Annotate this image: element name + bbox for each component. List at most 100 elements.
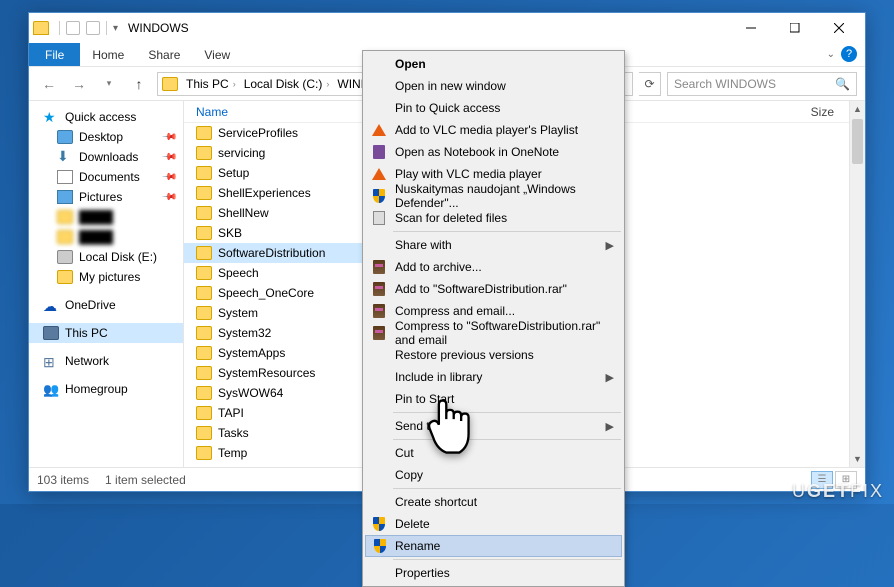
scroll-up-icon[interactable]: ▲: [850, 101, 865, 117]
menu-item[interactable]: Nuskaitymas naudojant „Windows Defender"…: [365, 185, 622, 207]
file-name: servicing: [218, 146, 265, 160]
qat-newfolder-icon[interactable]: [86, 21, 100, 35]
rar-icon: [371, 281, 387, 297]
drive-icon: [57, 250, 73, 264]
sidebar-item[interactable]: ████: [29, 227, 183, 247]
nav-quick-access[interactable]: ★ Quick access: [29, 107, 183, 127]
col-name[interactable]: Name: [190, 105, 350, 119]
scroll-thumb[interactable]: [852, 119, 863, 164]
menu-item[interactable]: Cut: [365, 442, 622, 464]
status-count: 103 items: [37, 473, 89, 487]
sidebar-item[interactable]: ⬇Downloads📌: [29, 147, 183, 167]
file-name: SystemApps: [218, 346, 285, 360]
menu-item[interactable]: Add to "SoftwareDistribution.rar": [365, 278, 622, 300]
nav-network[interactable]: ⊞ Network: [29, 351, 183, 371]
menu-item[interactable]: Restore previous versions: [365, 344, 622, 366]
folder-icon: [196, 166, 212, 180]
menu-item[interactable]: Pin to Start: [365, 388, 622, 410]
menu-item[interactable]: Copy: [365, 464, 622, 486]
file-name: Tasks: [218, 426, 249, 440]
tab-view[interactable]: View: [192, 44, 242, 66]
pin-icon: 📌: [160, 169, 177, 186]
menu-label: Delete: [395, 517, 430, 531]
separator: [59, 21, 60, 35]
col-size[interactable]: Size: [805, 105, 840, 119]
ribbon-expand-icon[interactable]: ⌄: [827, 49, 835, 60]
search-input[interactable]: Search WINDOWS 🔍: [667, 72, 857, 96]
menu-item[interactable]: Properties: [365, 562, 622, 584]
menu-label: Share with: [395, 238, 452, 252]
crumb-c[interactable]: Local Disk (C:)›: [240, 77, 334, 91]
folder-icon: [57, 230, 73, 244]
menu-label: Properties: [395, 566, 450, 580]
sidebar-item[interactable]: Local Disk (E:): [29, 247, 183, 267]
nav-label: Desktop: [79, 130, 123, 144]
homegroup-icon: 👥: [43, 382, 59, 396]
menu-label: Create shortcut: [395, 495, 477, 509]
tab-home[interactable]: Home: [80, 44, 136, 66]
submenu-arrow-icon: ▶: [606, 239, 614, 252]
doc-icon: [57, 170, 73, 184]
menu-item[interactable]: Create shortcut: [365, 491, 622, 513]
nav-homegroup[interactable]: 👥 Homegroup: [29, 379, 183, 399]
menu-item[interactable]: Add to archive...: [365, 256, 622, 278]
up-button[interactable]: ↑: [127, 72, 151, 96]
scroll-down-icon[interactable]: ▼: [850, 451, 865, 467]
help-icon[interactable]: ?: [841, 46, 857, 62]
menu-item[interactable]: Include in library▶: [365, 366, 622, 388]
tab-file[interactable]: File: [29, 43, 80, 66]
menu-item[interactable]: Send to▶: [365, 415, 622, 437]
menu-item[interactable]: Add to VLC media player's Playlist: [365, 119, 622, 141]
sidebar-item[interactable]: Pictures 📌: [29, 187, 183, 207]
menu-item[interactable]: Rename: [365, 535, 622, 557]
menu-item[interactable]: Open as Notebook in OneNote: [365, 141, 622, 163]
desktop-icon: [57, 130, 73, 144]
network-icon: ⊞: [43, 354, 59, 368]
nav-label: Local Disk (E:): [79, 250, 157, 264]
sidebar-item[interactable]: Desktop📌: [29, 127, 183, 147]
menu-item[interactable]: Share with ▶: [365, 234, 622, 256]
folder-icon: [196, 426, 212, 440]
menu-label: Rename: [395, 539, 440, 553]
file-name: Temp: [218, 446, 247, 460]
nav-this-pc[interactable]: This PC: [29, 323, 183, 343]
sidebar-item[interactable]: ████: [29, 207, 183, 227]
refresh-button[interactable]: ⟳: [639, 72, 661, 96]
menu-item[interactable]: Open: [365, 53, 622, 75]
nav-label: Downloads: [79, 150, 138, 164]
menu-item[interactable]: Compress to "SoftwareDistribution.rar" a…: [365, 322, 622, 344]
shield-icon: [371, 516, 387, 532]
folder-icon: [196, 246, 212, 260]
context-menu: OpenOpen in new windowPin to Quick acces…: [362, 50, 625, 587]
back-button[interactable]: ←: [37, 72, 61, 96]
sidebar-item[interactable]: Documents📌: [29, 167, 183, 187]
titlebar: ▾ WINDOWS: [29, 13, 865, 43]
nav-label: ████: [79, 230, 113, 244]
menu-item[interactable]: Pin to Quick access: [365, 97, 622, 119]
menu-label: Send to: [395, 419, 436, 433]
maximize-button[interactable]: [773, 14, 817, 42]
menu-label: Compress to "SoftwareDistribution.rar" a…: [395, 319, 602, 347]
nav-label: Pictures: [79, 190, 122, 204]
qat-dropdown-icon[interactable]: ▾: [113, 23, 118, 34]
folder-icon: [196, 306, 212, 320]
forward-button[interactable]: →: [67, 72, 91, 96]
menu-label: Restore previous versions: [395, 348, 534, 362]
scrollbar[interactable]: ▲ ▼: [849, 101, 865, 467]
menu-item[interactable]: Scan for deleted files: [365, 207, 622, 229]
menu-item[interactable]: Delete: [365, 513, 622, 535]
crumb-thispc[interactable]: This PC›: [182, 77, 240, 91]
qat-properties-icon[interactable]: [66, 21, 80, 35]
nav-onedrive[interactable]: ☁ OneDrive: [29, 295, 183, 315]
folder-icon: [196, 386, 212, 400]
nav-label: OneDrive: [65, 298, 116, 312]
recent-dropdown-icon[interactable]: ▾: [97, 72, 121, 96]
sidebar-item[interactable]: My pictures: [29, 267, 183, 287]
menu-item[interactable]: Open in new window: [365, 75, 622, 97]
close-button[interactable]: [817, 14, 861, 42]
tab-share[interactable]: Share: [136, 44, 192, 66]
menu-label: Add to VLC media player's Playlist: [395, 123, 578, 137]
pin-icon: 📌: [160, 189, 177, 206]
minimize-button[interactable]: [729, 14, 773, 42]
folder-icon: [196, 146, 212, 160]
